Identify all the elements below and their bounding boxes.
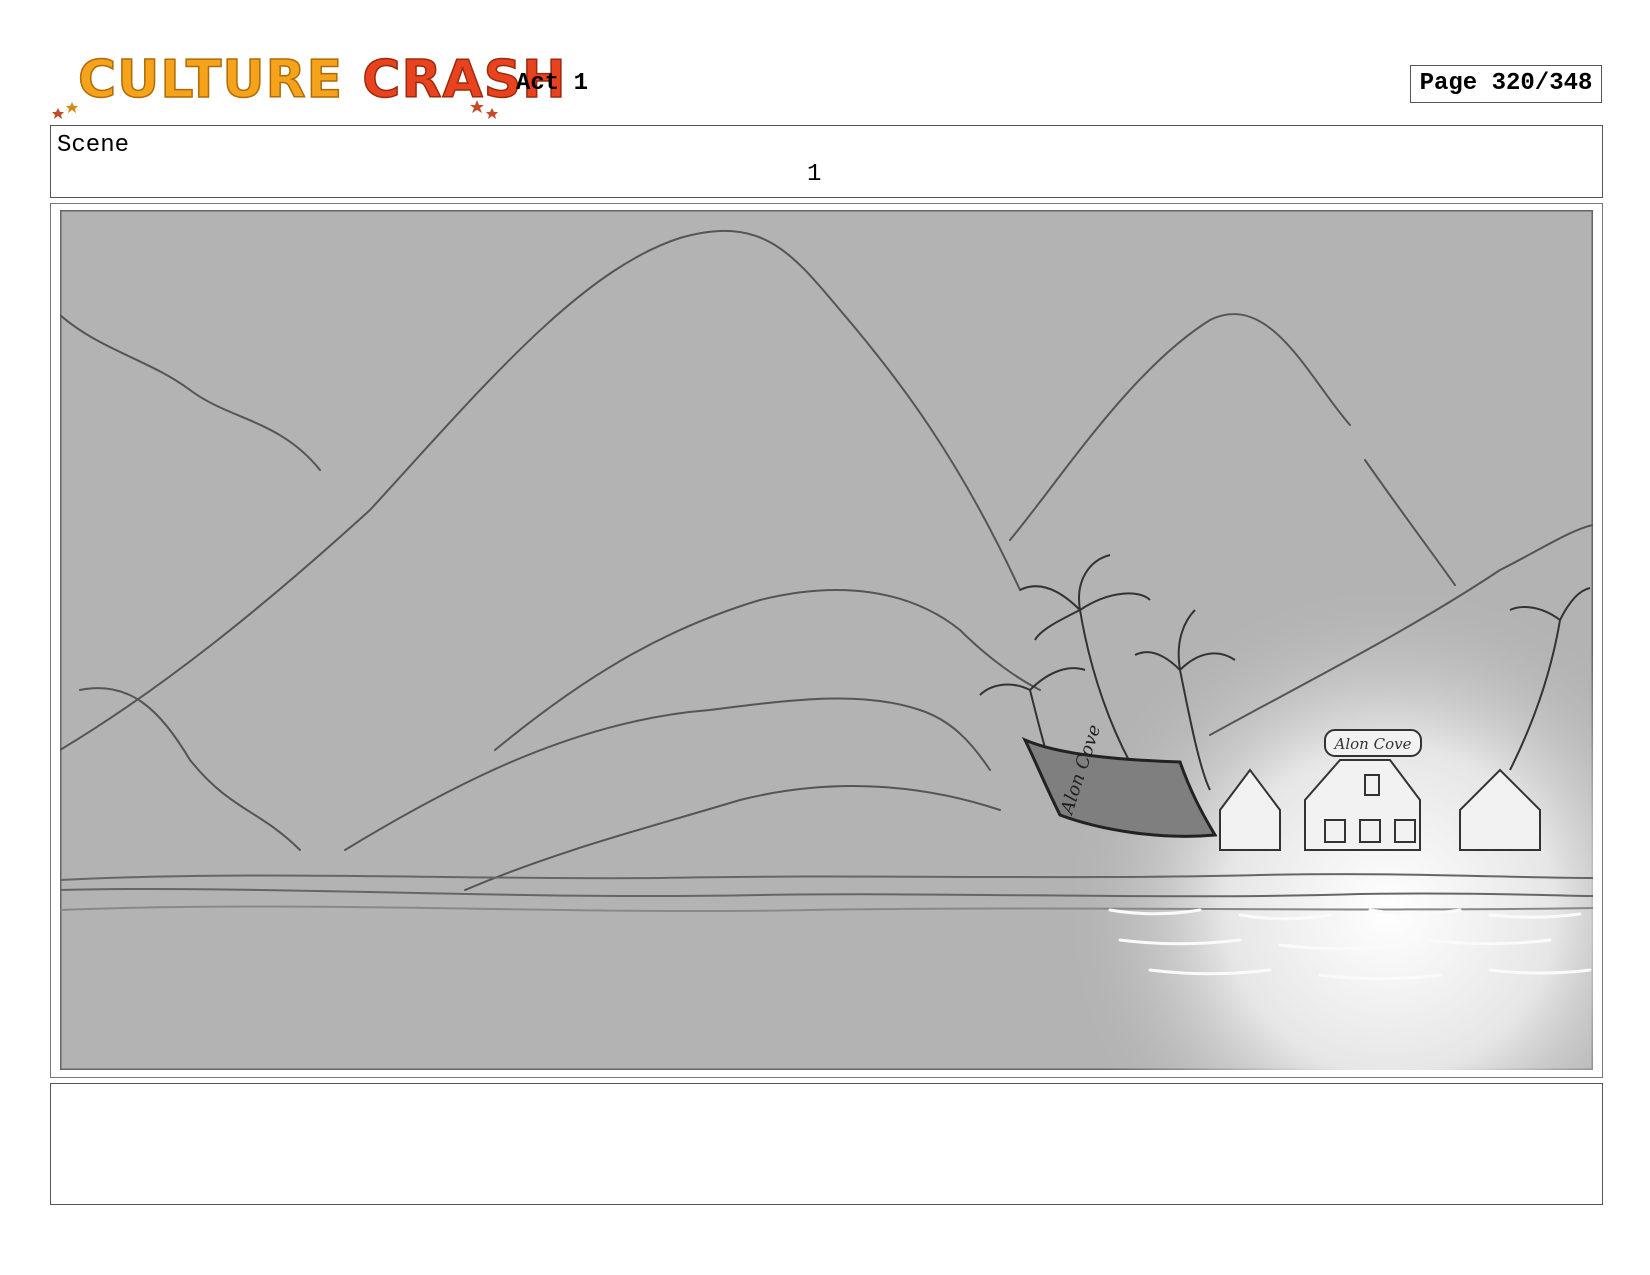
storyboard-panel: Alon Cove Alon Cove [60,210,1593,1070]
scene-box: Scene 1 [50,125,1603,198]
scene-label: Scene [57,132,130,159]
scene-number: 1 [807,161,822,188]
building-sign-text: Alon Cove [1333,735,1412,753]
culture-crash-logo: CULTURE CRASH [52,49,566,120]
logo-stars-icon [52,100,498,119]
act-label: Act 1 [516,70,589,97]
notes-box [50,1083,1603,1205]
building-sign: Alon Cove [1324,729,1422,757]
page-counter: Page 320/348 [1410,65,1602,103]
